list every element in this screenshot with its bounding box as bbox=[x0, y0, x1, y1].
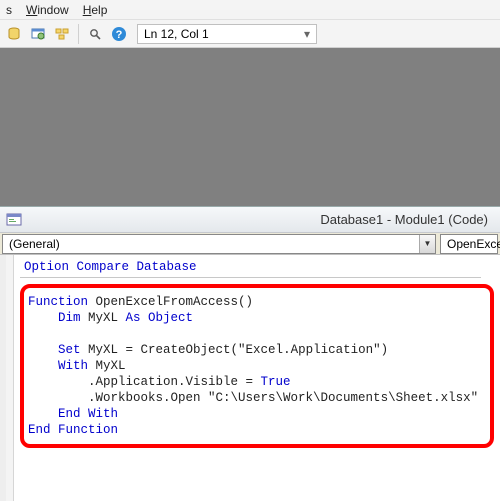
code-line: With MyXL bbox=[28, 358, 486, 374]
svg-text:?: ? bbox=[116, 29, 123, 41]
code-line: Dim MyXL As Object bbox=[28, 310, 486, 326]
object-combo-value: (General) bbox=[9, 237, 60, 251]
menu-item-help[interactable]: Help bbox=[83, 3, 108, 17]
mdi-background bbox=[0, 48, 500, 206]
declarations-divider bbox=[20, 277, 481, 278]
highlighted-code-block: Function OpenExcelFromAccess() Dim MyXL … bbox=[20, 284, 494, 448]
toolbar-help-icon[interactable]: ? bbox=[109, 24, 129, 44]
code-line: Function OpenExcelFromAccess() bbox=[28, 294, 486, 310]
toolbar-find-icon[interactable] bbox=[85, 24, 105, 44]
toolbar-window-icon[interactable] bbox=[28, 24, 48, 44]
code-window-title: Database1 - Module1 (Code) bbox=[28, 212, 494, 227]
toolbar: ? Ln 12, Col 1 ▾ bbox=[0, 20, 500, 48]
chevron-down-icon[interactable]: ▼ bbox=[419, 235, 435, 253]
code-area[interactable]: Option Compare Database Function OpenExc… bbox=[0, 255, 500, 501]
location-text: Ln 12, Col 1 bbox=[144, 27, 209, 41]
code-line bbox=[28, 326, 486, 342]
code-window: Database1 - Module1 (Code) (General) ▼ O… bbox=[0, 206, 500, 501]
menu-item-window[interactable]: Window bbox=[26, 3, 69, 17]
procedure-combo-value: OpenExce bbox=[447, 237, 500, 251]
toolbar-modules-icon[interactable] bbox=[52, 24, 72, 44]
object-combo[interactable]: (General) ▼ bbox=[2, 234, 436, 254]
module-icon bbox=[6, 212, 22, 228]
code-line: Set MyXL = CreateObject("Excel.Applicati… bbox=[28, 342, 486, 358]
code-line: End Function bbox=[28, 422, 486, 438]
toolbar-separator bbox=[78, 24, 79, 44]
location-box[interactable]: Ln 12, Col 1 ▾ bbox=[137, 24, 317, 44]
code-line: .Workbooks.Open "C:\Users\Work\Documents… bbox=[28, 390, 486, 406]
dropdown-row: (General) ▼ OpenExce bbox=[0, 233, 500, 255]
chevron-down-icon[interactable]: ▾ bbox=[300, 27, 314, 41]
toolbar-db-icon[interactable] bbox=[4, 24, 24, 44]
code-option-line: Option Compare Database bbox=[20, 259, 500, 275]
menu-bar: s Window Help bbox=[0, 0, 500, 20]
procedure-combo[interactable]: OpenExce bbox=[440, 234, 498, 254]
code-line: End With bbox=[28, 406, 486, 422]
menu-item-s[interactable]: s bbox=[6, 3, 12, 17]
code-gutter bbox=[6, 255, 14, 501]
code-titlebar: Database1 - Module1 (Code) bbox=[0, 207, 500, 233]
code-line: .Application.Visible = True bbox=[28, 374, 486, 390]
